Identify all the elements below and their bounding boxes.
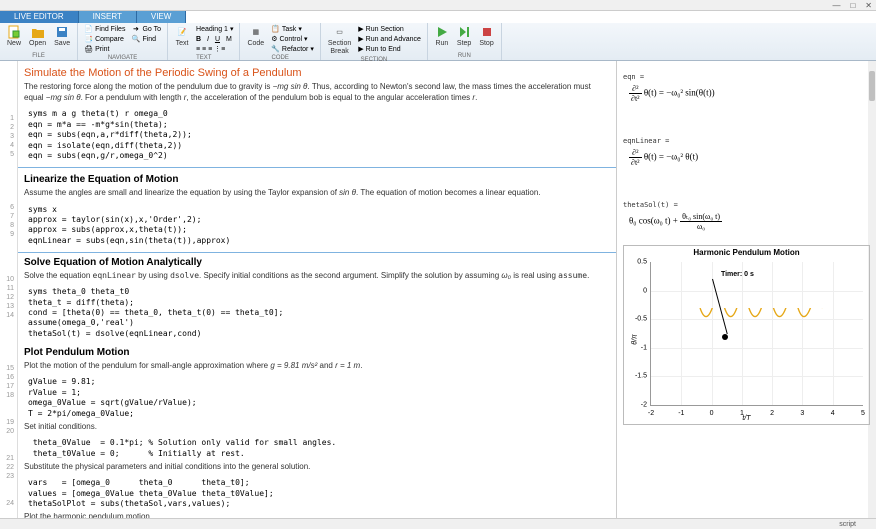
chart-xlabel: t/T (624, 415, 869, 422)
group-code: ▦Code 📋 Task ▾ ⚙ Control ▾ 🔧 Refactor ▾ … (240, 23, 320, 60)
run-advance-button[interactable]: ▶ Run and Advance (356, 34, 423, 44)
para-2: Assume the angles are small and lineariz… (24, 187, 610, 198)
code-block-4[interactable]: gValue = 9.81; rValue = 1; omega_0Value … (24, 375, 610, 421)
tab-live-editor[interactable]: LIVE EDITOR (0, 11, 79, 23)
run-button[interactable]: Run (432, 24, 452, 52)
code-block-3[interactable]: syms theta_0 theta_t0 theta_t = diff(the… (24, 285, 610, 341)
out-eqn: ∂²∂t² θ(t) = −ω₀² sin(θ(t)) (629, 84, 870, 103)
group-run-label: RUN (432, 53, 497, 59)
heading-2: Linearize the Equation of Motion (24, 174, 610, 185)
compare-icon: 📑 (84, 35, 93, 44)
out-thetasol-label: thetaSol(t) = (623, 201, 870, 209)
group-text: 📝Text Heading 1 ▾ B I U M ≡ ≡ ≡ ⋮≡ TEXT (168, 23, 240, 60)
minimize-button[interactable]: — (832, 1, 840, 10)
window-titlebar: — □ ✕ (0, 0, 876, 11)
bold-button[interactable]: B (196, 36, 201, 43)
print-icon: 🖨 (84, 45, 93, 54)
chart-area: 0.5 0 -0.5 -1 -1.5 -2 -2 -1 0 1 2 3 4 5 (650, 262, 863, 406)
code-block-1[interactable]: syms m a g theta(t) r omega_0 eqn = m*a … (24, 107, 610, 163)
out-thetasol: θ₀ cos(ω₀ t) + θₜ₀ sin(ω₀ t)ω₀ (629, 212, 870, 231)
out-eqnlinear: ∂²∂t² θ(t) = −ω₀² θ(t) (629, 148, 870, 167)
run-section-button[interactable]: ▶ Run Section (356, 24, 423, 34)
find-icon: 🔍 (131, 35, 140, 44)
group-file-label: FILE (4, 53, 73, 59)
new-button[interactable]: New (4, 24, 24, 52)
code-button[interactable]: ▦Code (244, 24, 267, 54)
out-eqnlinear-label: eqnLinear = (623, 137, 870, 145)
code-block-6[interactable]: vars = [omega_0 theta_0 theta_t0]; value… (24, 476, 610, 511)
stop-button[interactable]: Stop (476, 24, 496, 52)
goto-button[interactable]: ➜Go To (129, 24, 163, 34)
chart-timer: Timer: 0 s (721, 271, 754, 278)
para-3: Solve the equation eqnLinear by using ds… (24, 270, 610, 281)
chart-title: Harmonic Pendulum Motion (624, 248, 869, 257)
output-pane: eqn = ∂²∂t² θ(t) = −ω₀² sin(θ(t)) eqnLin… (616, 61, 876, 518)
heading-3: Solve Equation of Motion Analytically (24, 257, 610, 268)
chart-ylabel: θ/π (632, 334, 639, 344)
italic-button[interactable]: I (207, 36, 209, 43)
para-7: Plot the harmonic pendulum motion. (24, 511, 610, 518)
status-bar: script (0, 518, 876, 529)
compare-button[interactable]: 📑Compare (82, 34, 127, 44)
text-button[interactable]: 📝Text (172, 24, 192, 54)
underline-button[interactable]: U (215, 36, 220, 43)
open-icon (31, 25, 45, 39)
step-icon (457, 25, 471, 39)
step-button[interactable]: Step (454, 24, 474, 52)
pendulum-bob (722, 334, 728, 340)
group-file: New Open Save FILE (0, 23, 78, 60)
control-button[interactable]: ⚙ Control ▾ (269, 34, 316, 44)
para-1: The restoring force along the motion of … (24, 81, 610, 103)
editor-pane[interactable]: Simulate the Motion of the Periodic Swin… (18, 61, 616, 518)
group-section: ▭SectionBreak ▶ Run Section ▶ Run and Ad… (321, 23, 428, 60)
tab-view[interactable]: VIEW (137, 11, 186, 23)
heading-4: Plot Pendulum Motion (24, 347, 610, 358)
maximize-button[interactable]: □ (850, 1, 855, 10)
para-6: Substitute the physical parameters and i… (24, 461, 610, 472)
close-button[interactable]: ✕ (865, 1, 872, 10)
chart-series (651, 308, 823, 325)
code-block-2[interactable]: syms x approx = taylor(sin(x),x,'Order',… (24, 203, 610, 249)
save-button[interactable]: Save (51, 24, 73, 52)
ribbon-toolbar: New Open Save FILE 📄Find Files 📑Compare … (0, 23, 876, 61)
findfiles-button[interactable]: 📄Find Files (82, 24, 127, 34)
refactor-button[interactable]: 🔧 Refactor ▾ (269, 44, 316, 54)
find-button[interactable]: 🔍Find (129, 34, 163, 44)
heading-1: Simulate the Motion of the Periodic Swin… (24, 67, 610, 79)
para-5: Set initial conditions. (24, 421, 610, 432)
tab-insert[interactable]: INSERT (79, 11, 137, 23)
text-icon: 📝 (175, 25, 189, 39)
main-area: 12345 6789 1011121314 15161718 1920 2122… (0, 61, 876, 518)
mono-button[interactable]: M (226, 36, 232, 43)
para-4: Plot the motion of the pendulum for smal… (24, 360, 610, 371)
code-icon: ▦ (249, 25, 263, 39)
line-gutter: 12345 6789 1011121314 15161718 1920 2122… (0, 61, 18, 518)
status-mode: script (839, 521, 856, 528)
run-end-button[interactable]: ▶ Run to End (356, 44, 423, 54)
stop-icon (480, 25, 494, 39)
heading-select[interactable]: Heading 1 ▾ (194, 24, 235, 34)
run-icon (435, 25, 449, 39)
print-button[interactable]: 🖨Print (82, 44, 127, 54)
align-buttons[interactable]: ≡ ≡ ≡ ⋮≡ (194, 44, 235, 54)
findfiles-icon: 📄 (84, 25, 93, 34)
save-icon (55, 25, 69, 39)
open-button[interactable]: Open (26, 24, 49, 52)
out-eqn-label: eqn = (623, 73, 870, 81)
code-block-5[interactable]: theta_0Value = 0.1*pi; % Solution only v… (24, 436, 610, 461)
task-button[interactable]: 📋 Task ▾ (269, 24, 316, 34)
section-break-button[interactable]: ▭SectionBreak (325, 24, 354, 56)
new-icon (7, 25, 21, 39)
section-icon: ▭ (333, 25, 347, 39)
group-navigate: 📄Find Files 📑Compare 🖨Print ➜Go To 🔍Find… (78, 23, 168, 60)
goto-icon: ➜ (131, 25, 140, 34)
ribbon-tabs: LIVE EDITOR INSERT VIEW (0, 11, 876, 23)
chart: Harmonic Pendulum Motion θ/π 0.5 0 -0.5 … (623, 245, 870, 425)
group-run: Run Step Stop RUN (428, 23, 502, 60)
